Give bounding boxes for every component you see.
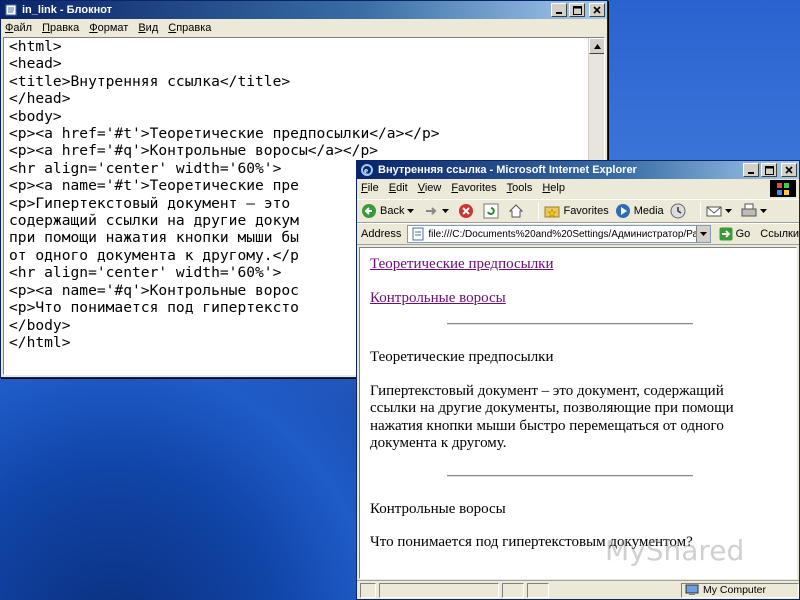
ie-title: Внутренняя ссылка - Microsoft Internet E…	[378, 164, 637, 176]
menu-help[interactable]: Справка	[168, 22, 211, 34]
notepad-titlebar[interactable]: in_link - Блокнот	[1, 1, 607, 19]
media-icon	[615, 204, 630, 218]
desktop-background	[600, 0, 800, 160]
favorites-button[interactable]: Favorites	[544, 203, 609, 219]
status-page-icon	[360, 582, 376, 598]
stop-button[interactable]	[458, 203, 477, 219]
forward-arrow-icon	[426, 207, 437, 215]
heading-questions: Контрольные воросы	[370, 500, 506, 517]
address-input[interactable]: file:///C:/Documents%20and%20Settings/Ад…	[407, 225, 711, 243]
close-button[interactable]	[589, 3, 605, 17]
refresh-button[interactable]	[483, 203, 502, 219]
menu-view[interactable]: View	[418, 182, 442, 194]
media-label: Media	[633, 205, 664, 217]
history-icon	[670, 203, 686, 219]
notepad-icon	[4, 3, 18, 17]
menu-file[interactable]: Файл	[5, 22, 32, 34]
desktop-wallpaper	[0, 360, 380, 600]
history-button[interactable]	[670, 203, 689, 219]
maximize-button[interactable]	[569, 3, 585, 17]
go-button[interactable]: Go	[719, 227, 751, 241]
menu-view[interactable]: Вид	[138, 22, 158, 34]
source-line: <p><a href='#t'>Теоретические предпосылк…	[9, 125, 440, 143]
links-button[interactable]: Ссылки	[760, 228, 799, 240]
minimize-button[interactable]	[743, 163, 759, 177]
heading-theory: Теоретические предпосылки	[370, 349, 554, 365]
favorites-label: Favorites	[563, 205, 609, 217]
home-button[interactable]	[508, 203, 527, 219]
address-dropdown-button[interactable]	[695, 226, 710, 242]
address-label: Address	[361, 228, 402, 240]
ie-menubar: File Edit View Favorites Tools Help	[357, 179, 799, 197]
print-button[interactable]	[741, 203, 770, 219]
refresh-icon	[483, 203, 499, 219]
mail-button[interactable]	[706, 203, 735, 219]
menu-favorites[interactable]: Favorites	[451, 182, 496, 194]
watermark-logo: MyShared	[605, 533, 745, 567]
go-label: Go	[735, 228, 751, 240]
computer-icon	[685, 584, 699, 595]
link-theory[interactable]: Теоретические предпосылки	[370, 256, 554, 272]
home-icon	[509, 204, 524, 218]
notepad-menubar: Файл Правка Формат Вид Справка	[1, 19, 607, 37]
source-line: <p><a href='#q'>Контрольные воросы</a></…	[9, 142, 379, 160]
media-button[interactable]: Media	[615, 203, 664, 219]
close-button[interactable]	[781, 163, 797, 177]
toolbar-separator	[538, 202, 540, 220]
address-bar: Address file:///C:/Documents%20and%20Set…	[357, 223, 799, 245]
status-cell	[527, 582, 549, 598]
menu-help[interactable]: Help	[542, 182, 565, 194]
ie-icon: e	[360, 163, 374, 177]
address-value: file:///C:/Documents%20and%20Settings/Ад…	[428, 228, 695, 240]
toolbar-separator	[699, 202, 701, 220]
chevron-down-icon	[759, 209, 767, 213]
favorites-folder-icon	[544, 206, 560, 218]
print-icon	[741, 203, 757, 217]
maximize-button[interactable]	[761, 163, 777, 177]
back-arrow-icon	[362, 204, 376, 218]
status-message	[379, 582, 499, 598]
status-cell	[502, 582, 524, 598]
back-label: Back	[380, 205, 405, 217]
menu-file[interactable]: File	[361, 182, 379, 194]
source-line: <head>	[9, 55, 62, 73]
menu-tools[interactable]: Tools	[507, 182, 533, 194]
source-line: <body>	[9, 107, 62, 125]
link-questions[interactable]: Контрольные воросы	[370, 290, 506, 306]
ie-statusbar: My Computer	[357, 580, 799, 599]
svg-text:e: e	[364, 166, 368, 176]
menu-edit[interactable]: Edit	[389, 182, 408, 194]
stop-icon	[459, 204, 474, 218]
zone-label: My Computer	[703, 584, 767, 596]
source-line: <html>	[9, 38, 62, 55]
chevron-down-icon	[724, 209, 732, 213]
scroll-up-button[interactable]	[589, 38, 604, 54]
page-icon	[412, 227, 424, 241]
menu-edit[interactable]: Правка	[42, 22, 79, 34]
go-arrow-icon	[719, 227, 733, 241]
menu-format[interactable]: Формат	[89, 22, 128, 34]
source-line: <title>Внутренняя ссылка</title>	[9, 72, 291, 90]
horizontal-rule	[447, 474, 693, 477]
notepad-title: in_link - Блокнот	[22, 4, 113, 16]
chevron-down-icon	[407, 209, 415, 213]
source-line: </head>	[9, 90, 71, 108]
windows-logo-icon	[770, 180, 796, 197]
mail-icon	[706, 206, 722, 217]
forward-button[interactable]	[423, 203, 452, 219]
ie-titlebar[interactable]: e Внутренняя ссылка - Microsoft Internet…	[357, 161, 799, 179]
ie-toolbar: Back Favorites Media	[357, 199, 799, 223]
chevron-down-icon	[442, 209, 450, 213]
back-button[interactable]: Back	[361, 203, 417, 219]
security-zone: My Computer	[681, 582, 799, 598]
horizontal-rule	[447, 323, 693, 325]
minimize-button[interactable]	[551, 3, 567, 17]
paragraph-hypertext: Гипертекстовый документ – это документ, …	[370, 382, 734, 452]
